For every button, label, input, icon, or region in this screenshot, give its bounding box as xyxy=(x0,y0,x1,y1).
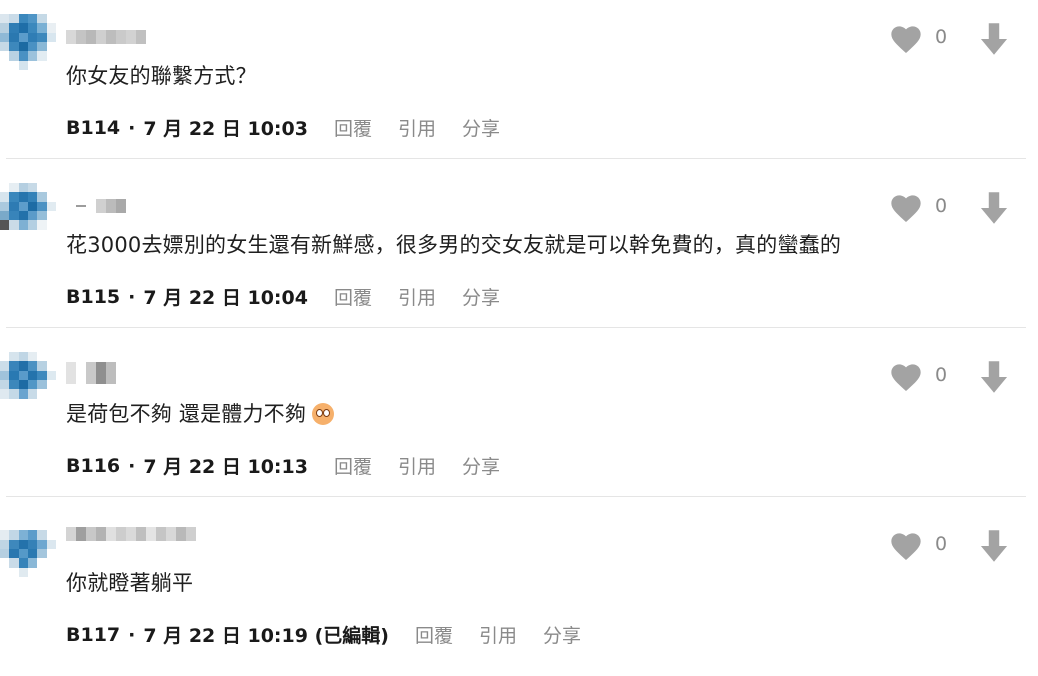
timestamp: 7 月 22 日 10:03 xyxy=(143,118,308,140)
like-count: 0 xyxy=(935,533,948,555)
separator: · xyxy=(128,454,136,477)
floor-number[interactable]: B114 xyxy=(66,117,120,139)
quote-button[interactable]: 引用 xyxy=(398,114,436,141)
comment-meta: B117 · 7 月 22 日 10:19 (已編輯) 回覆 引用 分享 xyxy=(66,621,581,648)
heart-icon[interactable] xyxy=(890,362,922,392)
timestamp: 7 月 22 日 10:13 xyxy=(143,456,308,478)
divider xyxy=(6,158,1026,159)
like-count: 0 xyxy=(935,364,948,386)
comment-item: 你女友的聯繫方式？ B114 · 7 月 22 日 10:03 回覆 引用 分享… xyxy=(0,0,1038,169)
divider xyxy=(6,327,1026,328)
like-count: 0 xyxy=(935,195,948,217)
flushed-face-emoji xyxy=(312,403,335,425)
avatar[interactable] xyxy=(0,521,56,577)
arrow-down-icon[interactable] xyxy=(978,191,1010,225)
comment-text: 你就瞪著躺平 xyxy=(66,571,194,595)
comment-meta: B115 · 7 月 22 日 10:04 回覆 引用 分享 xyxy=(66,283,500,310)
quote-button[interactable]: 引用 xyxy=(398,452,436,479)
reply-button[interactable]: 回覆 xyxy=(334,452,372,479)
divider xyxy=(6,496,1026,497)
like-count: 0 xyxy=(935,26,948,48)
arrow-down-icon[interactable] xyxy=(978,529,1010,563)
share-button[interactable]: 分享 xyxy=(462,283,500,310)
floor-number[interactable]: B115 xyxy=(66,286,120,308)
separator: · xyxy=(128,623,136,646)
avatar[interactable] xyxy=(0,14,56,70)
reply-button[interactable]: 回覆 xyxy=(415,621,453,648)
separator: · xyxy=(128,285,136,308)
arrow-down-icon[interactable] xyxy=(978,22,1010,56)
share-button[interactable]: 分享 xyxy=(462,114,500,141)
share-button[interactable]: 分享 xyxy=(543,621,581,648)
comment-item: 是荷包不夠 還是體力不夠 B116 · 7 月 22 日 10:13 回覆 引用… xyxy=(0,338,1038,507)
separator: · xyxy=(128,116,136,139)
comment-text-body: 是荷包不夠 還是體力不夠 xyxy=(66,402,307,426)
heart-icon[interactable] xyxy=(890,531,922,561)
floor-number[interactable]: B117 xyxy=(66,624,120,646)
quote-button[interactable]: 引用 xyxy=(398,283,436,310)
username-blurred[interactable] xyxy=(66,362,116,384)
comment-text: 是荷包不夠 還是體力不夠 xyxy=(66,398,335,428)
quote-button[interactable]: 引用 xyxy=(479,621,517,648)
username-blurred[interactable] xyxy=(66,527,196,541)
timestamp: 7 月 22 日 10:04 xyxy=(143,287,308,309)
reply-button[interactable]: 回覆 xyxy=(334,114,372,141)
comment-item: 你就瞪著躺平 B117 · 7 月 22 日 10:19 (已編輯) 回覆 引用… xyxy=(0,507,1038,676)
heart-icon[interactable] xyxy=(890,24,922,54)
username-blurred[interactable] xyxy=(66,30,146,44)
floor-number[interactable]: B116 xyxy=(66,455,120,477)
username-blurred[interactable] xyxy=(66,199,126,213)
avatar[interactable] xyxy=(0,183,56,239)
share-button[interactable]: 分享 xyxy=(462,452,500,479)
reply-button[interactable]: 回覆 xyxy=(334,283,372,310)
heart-icon[interactable] xyxy=(890,193,922,223)
timestamp: 7 月 22 日 10:19 (已編輯) xyxy=(143,625,389,647)
comment-text: 花3000去嫖別的女生還有新鮮感，很多男的交女友就是可以幹免費的，真的蠻蠢的 xyxy=(66,233,842,257)
comment-item: 花3000去嫖別的女生還有新鮮感，很多男的交女友就是可以幹免費的，真的蠻蠢的 B… xyxy=(0,169,1038,338)
comment-meta: B116 · 7 月 22 日 10:13 回覆 引用 分享 xyxy=(66,452,500,479)
avatar[interactable] xyxy=(0,352,56,408)
comment-meta: B114 · 7 月 22 日 10:03 回覆 引用 分享 xyxy=(66,114,500,141)
comment-text: 你女友的聯繫方式？ xyxy=(66,64,257,88)
arrow-down-icon[interactable] xyxy=(978,360,1010,394)
